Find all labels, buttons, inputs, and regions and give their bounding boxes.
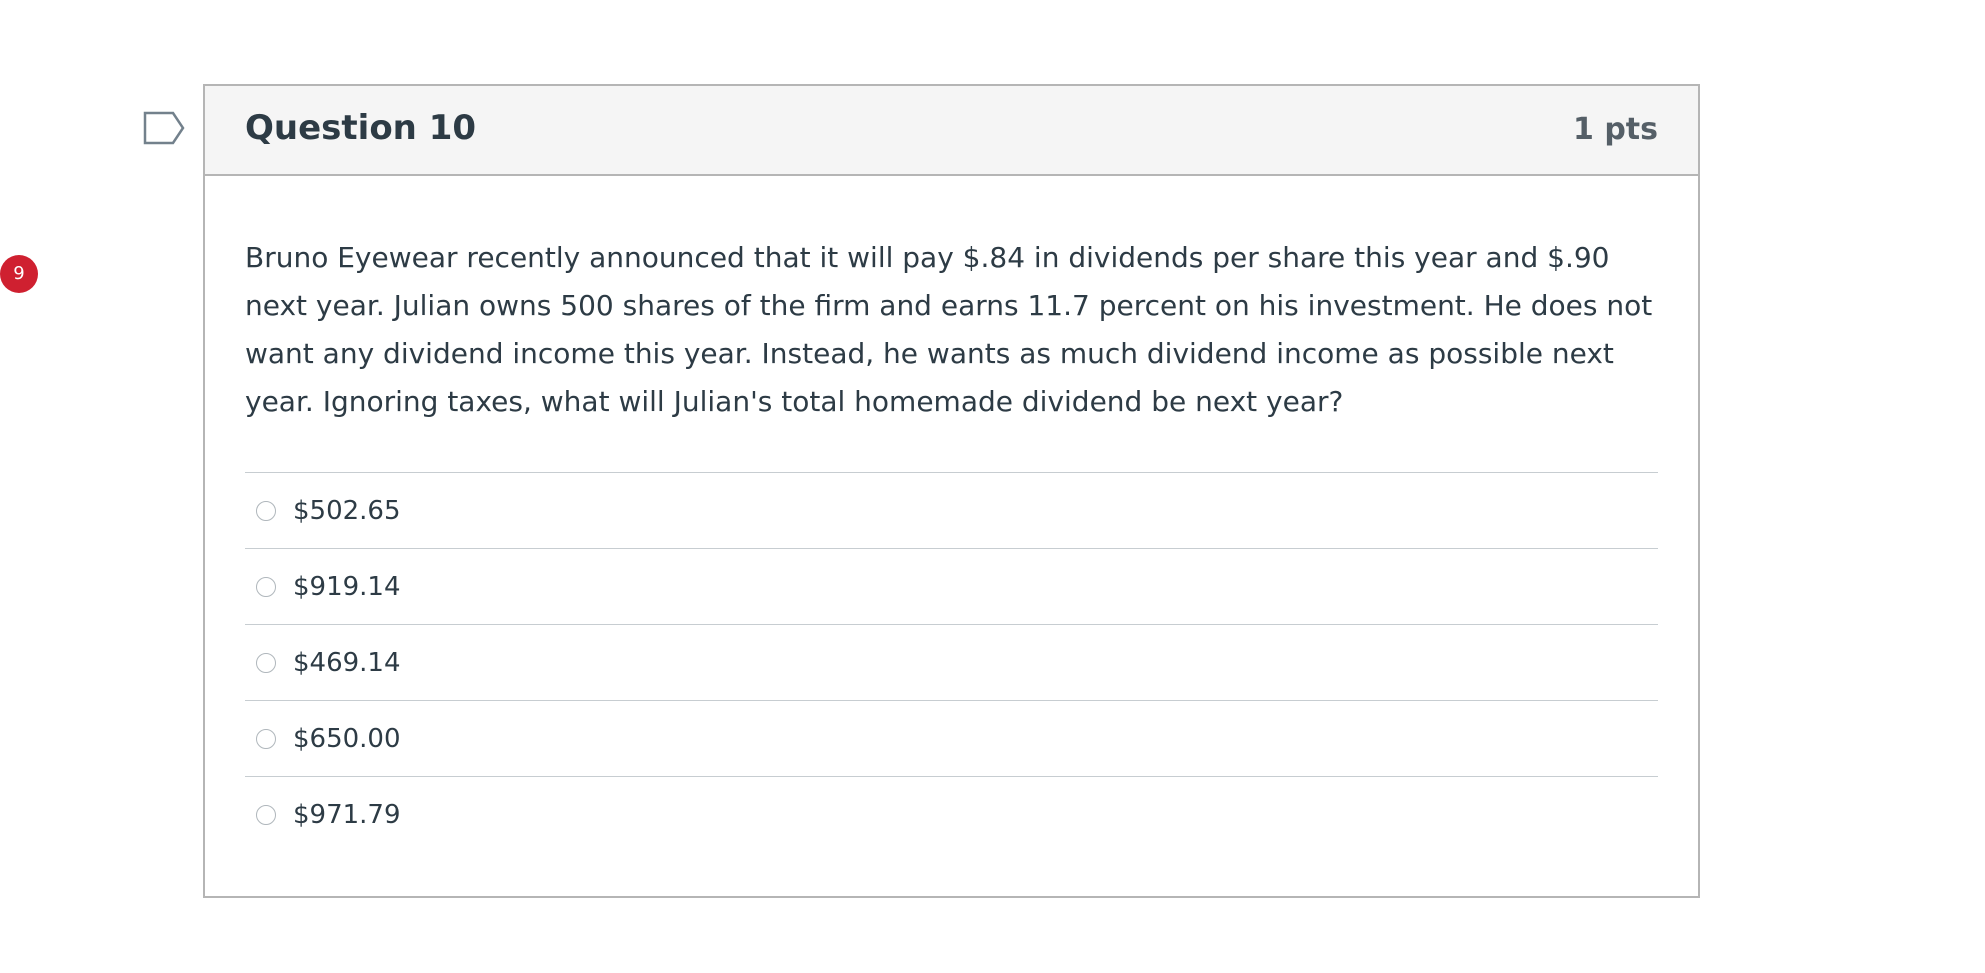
answer-label: $650.00 <box>293 723 401 754</box>
question-body: Bruno Eyewear recently announced that it… <box>205 176 1698 852</box>
answer-label: $971.79 <box>293 799 401 830</box>
answer-option[interactable]: $919.14 <box>245 549 1658 625</box>
question-text: Bruno Eyewear recently announced that it… <box>245 241 1653 418</box>
answer-option[interactable]: $469.14 <box>245 625 1658 701</box>
answer-option[interactable]: $971.79 <box>245 777 1658 852</box>
answer-list: $502.65 $919.14 $469.14 $650.00 $971.79 <box>245 472 1658 852</box>
radio-button[interactable] <box>256 652 276 673</box>
radio-button[interactable] <box>256 728 276 749</box>
answer-option[interactable]: $650.00 <box>245 701 1658 777</box>
radio-button[interactable] <box>256 804 276 825</box>
question-card: Question 10 1 pts Bruno Eyewear recently… <box>203 84 1700 898</box>
question-points: 1 pts <box>1573 112 1658 147</box>
answer-option[interactable]: $502.65 <box>245 473 1658 549</box>
flag-question-icon[interactable] <box>143 111 187 145</box>
question-title: Question 10 <box>245 108 477 148</box>
answer-label: $502.65 <box>293 495 401 526</box>
notification-badge: 9 <box>0 255 38 293</box>
question-header: Question 10 1 pts <box>205 86 1698 176</box>
radio-button[interactable] <box>256 500 276 521</box>
radio-button[interactable] <box>256 576 276 597</box>
answer-label: $469.14 <box>293 647 401 678</box>
answer-label: $919.14 <box>293 571 401 602</box>
